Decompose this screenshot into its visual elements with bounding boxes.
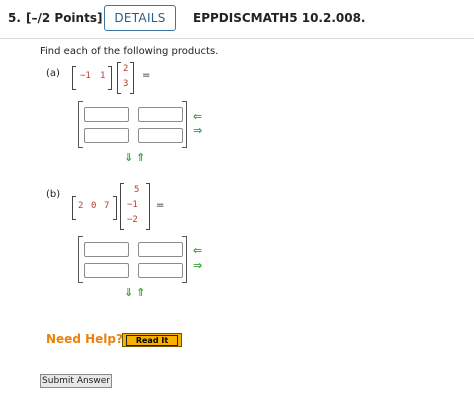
- answer-b-r1c2-input[interactable]: [138, 242, 183, 257]
- read-it-label: Read It: [125, 334, 179, 346]
- part-a-right-entry: 2: [123, 64, 129, 74]
- remove-row-b-icon[interactable]: ⇑: [136, 287, 145, 298]
- points-label: [–/2 Points]: [26, 11, 103, 25]
- part-a-right-entry: 3: [123, 79, 129, 89]
- part-a-left-entry: 1: [100, 71, 106, 81]
- prompt-text: Find each of the following products.: [40, 46, 219, 57]
- part-b-equals: =: [156, 200, 165, 211]
- details-button[interactable]: DETAILS: [104, 5, 176, 31]
- answer-b-r2c2-input[interactable]: [138, 263, 183, 278]
- submit-answer-button[interactable]: Submit Answer: [40, 374, 112, 388]
- remove-column-b-icon[interactable]: ⇐: [193, 245, 202, 256]
- part-b-left-entry: 0: [91, 201, 97, 211]
- remove-row-a-icon[interactable]: ⇑: [136, 152, 145, 163]
- question-number: 5.: [8, 11, 21, 25]
- part-b-right-entry: 5: [134, 185, 140, 195]
- add-column-b-icon[interactable]: ⇒: [193, 260, 202, 271]
- part-a-left-entry: −1: [80, 71, 91, 81]
- add-row-a-icon[interactable]: ⇓: [124, 152, 133, 163]
- header-divider: [0, 38, 474, 39]
- remove-column-a-icon[interactable]: ⇐: [193, 111, 202, 122]
- answer-a-r2c2-input[interactable]: [138, 128, 183, 143]
- answer-a-r1c1-input[interactable]: [84, 107, 129, 122]
- read-it-button[interactable]: Read It: [122, 333, 182, 347]
- part-b-left-entry: 2: [78, 201, 84, 211]
- need-help-label: Need Help?: [46, 332, 123, 346]
- answer-a-r2c1-input[interactable]: [84, 128, 129, 143]
- part-b-left-entry: 7: [104, 201, 110, 211]
- part-b-right-entry: −1: [127, 200, 138, 210]
- add-column-a-icon[interactable]: ⇒: [193, 125, 202, 136]
- part-a-equals: =: [142, 70, 151, 81]
- problem-code: EPPDISCMATH5 10.2.008.: [193, 11, 366, 25]
- answer-b-r1c1-input[interactable]: [84, 242, 129, 257]
- answer-a-r1c2-input[interactable]: [138, 107, 183, 122]
- part-a-label: (a): [46, 68, 60, 79]
- part-b-label: (b): [46, 189, 61, 200]
- answer-b-r2c1-input[interactable]: [84, 263, 129, 278]
- part-b-right-entry: −2: [127, 215, 138, 225]
- add-row-b-icon[interactable]: ⇓: [124, 287, 133, 298]
